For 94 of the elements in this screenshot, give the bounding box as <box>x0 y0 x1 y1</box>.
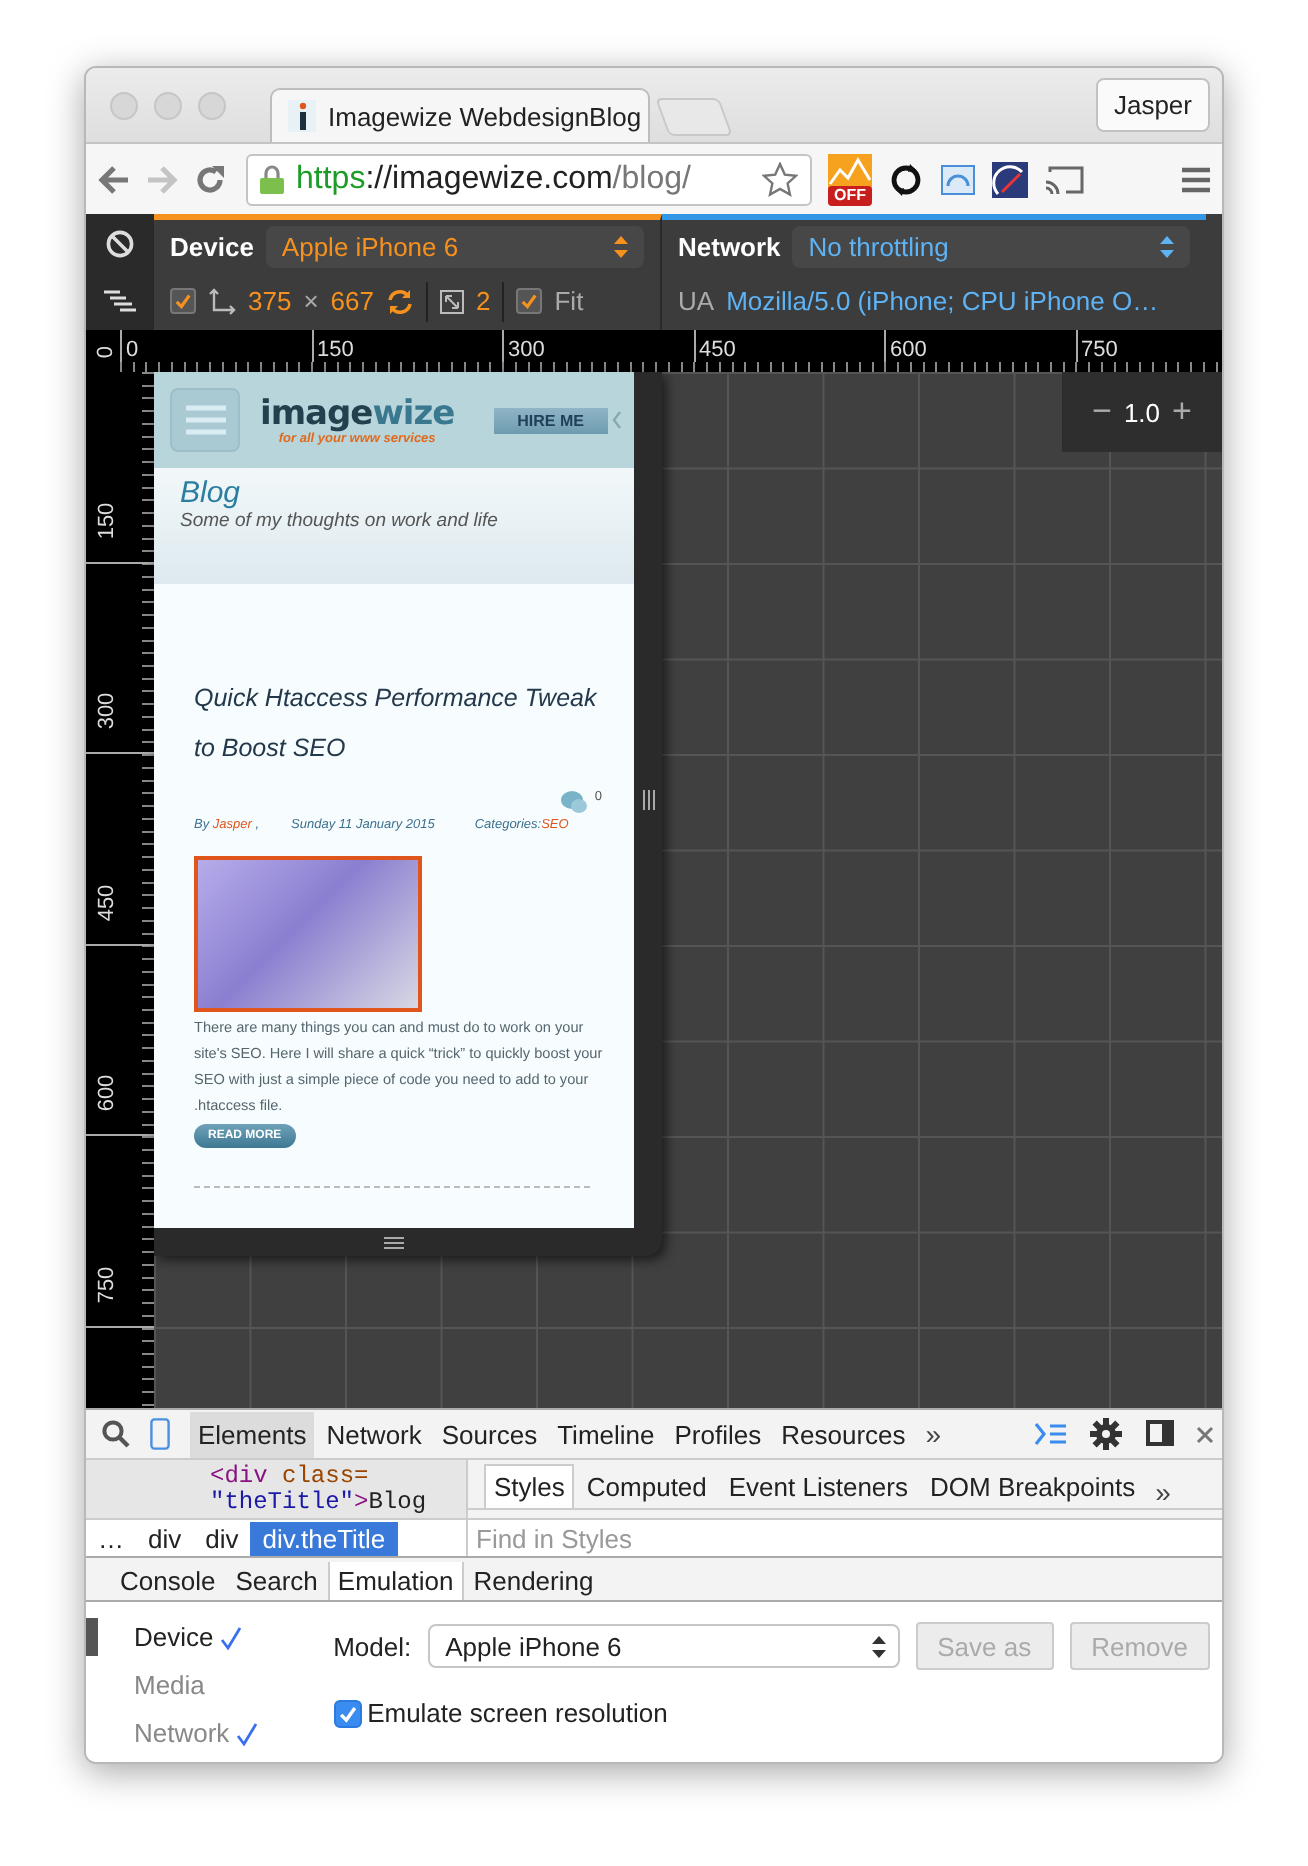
browser-tab[interactable]: Imagewize WebdesignBlog <box>270 88 650 142</box>
emulate-resolution-label: Emulate screen resolution <box>367 1698 668 1728</box>
page-heading: Blog <box>180 478 243 510</box>
ruler-label: 450 <box>95 883 122 921</box>
resize-arrows-icon <box>208 287 236 315</box>
zoom-in-button[interactable]: + <box>1172 392 1192 432</box>
device-label: Device <box>170 232 254 262</box>
page-subheading: Some of my thoughts on work and life <box>180 510 500 532</box>
ruler-label: 600 <box>890 338 927 362</box>
drawer-tab[interactable]: Emulation <box>327 1562 464 1600</box>
ruler-label: 600 <box>95 1074 122 1112</box>
rotate-icon[interactable] <box>386 287 414 315</box>
reload-icon[interactable] <box>194 163 226 195</box>
resize-handle-icon[interactable] <box>384 1235 404 1249</box>
staggered-lines-icon[interactable] <box>104 290 136 314</box>
devtools-tab[interactable]: Elements <box>190 1411 315 1457</box>
ruler-label: 750 <box>1081 338 1118 362</box>
styles-filter-field[interactable]: Find in Styles <box>468 1518 1222 1556</box>
devtools-tab[interactable]: Network <box>318 1411 430 1457</box>
emulate-resolution-checkbox[interactable] <box>333 1699 362 1727</box>
site-logo[interactable]: imagewize <box>260 395 455 431</box>
ruler-label: 150 <box>95 501 122 539</box>
more-tabs-button[interactable]: » <box>917 1418 950 1450</box>
dock-side-icon[interactable] <box>1146 1420 1176 1448</box>
ruler-label: 0 <box>126 338 139 362</box>
ua-label: UA <box>678 286 715 316</box>
gauge-icon[interactable] <box>992 161 1028 197</box>
updown-icon <box>614 236 628 258</box>
ruler-label: 450 <box>699 338 736 362</box>
ruler-label: 150 <box>317 338 354 362</box>
close-icon[interactable] <box>1196 1425 1214 1443</box>
model-select[interactable]: Apple iPhone 6 <box>427 1624 900 1668</box>
zoom-out-button[interactable]: − <box>1092 392 1112 432</box>
settings-icon[interactable] <box>1090 1418 1122 1450</box>
post-title[interactable]: Quick Htaccess Performance Tweak to Boost SEO <box>194 674 618 774</box>
sidebar-tab[interactable]: Styles <box>484 1464 575 1508</box>
console-drawer-icon[interactable] <box>1034 1422 1066 1446</box>
device-select[interactable]: Apple iPhone 6 <box>265 226 644 268</box>
ruler-label: 0 <box>92 343 120 363</box>
cast-icon[interactable] <box>1044 163 1084 195</box>
menu-icon[interactable] <box>1182 165 1210 193</box>
height-value[interactable]: 667 <box>330 286 374 316</box>
ruler-label: 300 <box>508 338 545 362</box>
sidebar-tab[interactable]: DOM Breakpoints <box>920 1464 1146 1508</box>
speedometer-window-icon[interactable] <box>940 163 976 195</box>
favicon-icon <box>288 100 316 132</box>
sidebar-tab[interactable]: Event Listeners <box>718 1464 918 1508</box>
scale-icon <box>440 289 464 313</box>
emulation-section[interactable]: Media <box>86 1666 334 1704</box>
padlock-icon <box>260 164 284 194</box>
updown-icon <box>871 1635 886 1657</box>
devtools-tab[interactable]: Resources <box>773 1411 914 1457</box>
breadcrumb[interactable]: … <box>86 1521 136 1555</box>
devtools-tab[interactable]: Profiles <box>666 1411 770 1457</box>
photo-placeholder[interactable] <box>194 856 422 1012</box>
star-icon[interactable] <box>762 161 798 197</box>
times-sign: × <box>303 286 319 316</box>
hire-me-button[interactable]: HIRE ME <box>493 407 608 433</box>
mobile-device-icon[interactable] <box>150 1418 170 1450</box>
size-checkbox[interactable] <box>170 288 196 314</box>
resize-handle-icon[interactable] <box>641 790 655 810</box>
drawer-tab[interactable]: Search <box>225 1562 328 1600</box>
zoom-value: 1.0 <box>1123 397 1161 427</box>
speech-bubbles-icon <box>560 790 589 814</box>
back-icon[interactable] <box>98 165 130 193</box>
network-label: Network <box>678 232 781 262</box>
drawer-tab[interactable]: Rendering <box>463 1562 604 1600</box>
breadcrumb[interactable]: div <box>193 1521 251 1555</box>
profile-button[interactable]: Jasper <box>1095 78 1210 132</box>
html-code[interactable]: <div class= "theTitle">Blog <box>86 1460 466 1518</box>
fit-label: Fit <box>554 286 584 316</box>
search-icon[interactable] <box>102 1420 130 1448</box>
model-label: Model: <box>333 1631 412 1661</box>
emulation-section[interactable]: Device <box>86 1618 334 1656</box>
scale-value[interactable]: 2 <box>476 286 491 316</box>
address-bar[interactable]: https://imagewize.com/blog/ <box>246 153 812 205</box>
sync-icon[interactable] <box>888 161 924 197</box>
menu-icon <box>183 404 227 436</box>
blocked-icon[interactable] <box>106 230 134 258</box>
width-value[interactable]: 375 <box>248 286 292 316</box>
drawer-tab[interactable]: Console <box>110 1562 226 1600</box>
user-agent-value[interactable]: Mozilla/5.0 (iPhone; CPU iPhone O… <box>726 286 1159 316</box>
breadcrumb[interactable]: div.theTitle <box>250 1521 398 1555</box>
breadcrumb[interactable]: div <box>136 1521 194 1555</box>
ruler-label: 750 <box>95 1265 122 1303</box>
updown-icon <box>1160 236 1174 258</box>
ruler-label: 300 <box>95 692 122 730</box>
sidebar-tab[interactable]: Computed <box>576 1464 717 1508</box>
throttling-select[interactable]: No throttling <box>792 226 1190 268</box>
fit-checkbox[interactable] <box>516 288 543 314</box>
emulation-section[interactable]: Network <box>86 1714 334 1752</box>
more-tabs-button[interactable]: » <box>1147 1476 1179 1508</box>
devtools-tab[interactable]: Timeline <box>549 1411 663 1457</box>
devtools-tab[interactable]: Sources <box>433 1411 546 1457</box>
